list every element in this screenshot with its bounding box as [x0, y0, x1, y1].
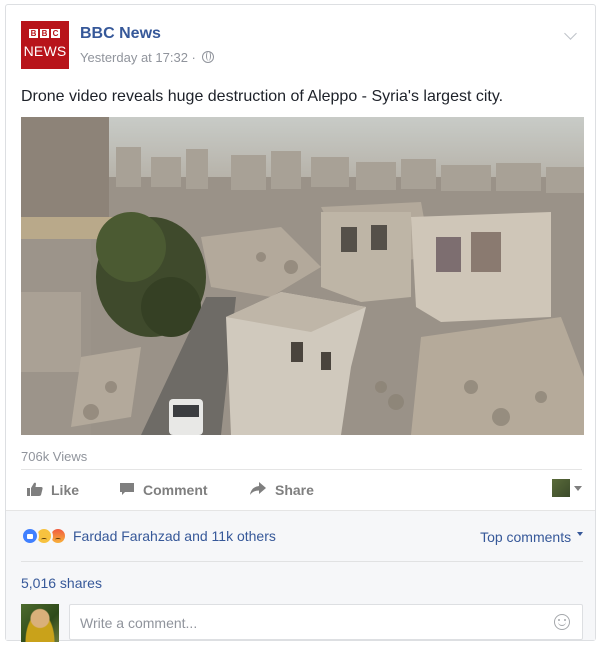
caret-down-icon [577, 532, 583, 536]
timestamp-text: Yesterday at 17:32 · [80, 50, 196, 65]
post-timestamp[interactable]: Yesterday at 17:32 · [80, 50, 214, 65]
action-bar: Like Comment Share [21, 475, 582, 505]
emoji-icon[interactable] [554, 614, 570, 630]
divider [21, 469, 582, 470]
reaction-names-link[interactable]: Fardad Farahzad and 11k others [73, 528, 276, 544]
thumbs-up-icon [27, 482, 43, 499]
view-count: 706k Views [21, 449, 88, 464]
like-button[interactable]: Like [27, 475, 79, 505]
post-header: B B C NEWS BBC News Yesterday at 17:32 · [21, 21, 585, 69]
comment-sort-dropdown[interactable]: Top comments [480, 529, 583, 545]
video-player[interactable] [21, 117, 584, 435]
shares-count-link[interactable]: 5,016 shares [21, 575, 102, 591]
comment-box [69, 604, 583, 641]
comment-composer [21, 603, 583, 643]
logo-blocks: B B C [29, 29, 60, 38]
profile-thumbnail [552, 479, 570, 497]
post-card: B B C NEWS BBC News Yesterday at 17:32 ·… [5, 4, 596, 643]
chevron-down-icon[interactable] [564, 27, 577, 40]
bbc-news-logo[interactable]: B B C NEWS [21, 21, 69, 69]
like-reaction-icon [21, 527, 39, 545]
post-text: Drone video reveals huge destruction of … [21, 88, 504, 105]
comment-icon [119, 482, 135, 499]
comment-button[interactable]: Comment [119, 475, 208, 505]
comment-input[interactable] [78, 605, 542, 641]
post-as-selector[interactable] [552, 479, 582, 497]
logo-letter: B [40, 29, 49, 38]
share-arrow-icon [249, 481, 267, 499]
reactions-summary[interactable]: Fardad Farahzad and 11k others [21, 527, 276, 545]
post-footer: Fardad Farahzad and 11k others Top comme… [6, 510, 595, 643]
logo-word: NEWS [23, 43, 67, 59]
divider [21, 561, 583, 562]
logo-letter: B [29, 29, 38, 38]
caret-down-icon [574, 485, 582, 491]
page-name-link[interactable]: BBC News [80, 25, 161, 43]
logo-letter: C [51, 29, 60, 38]
globe-icon [201, 51, 214, 63]
share-button[interactable]: Share [249, 475, 314, 505]
avatar[interactable] [21, 604, 59, 642]
aleppo-drone-frame [21, 117, 584, 435]
share-label: Share [275, 482, 314, 498]
comment-label: Comment [143, 482, 208, 498]
like-label: Like [51, 482, 80, 498]
comment-sort-label: Top comments [480, 529, 572, 545]
